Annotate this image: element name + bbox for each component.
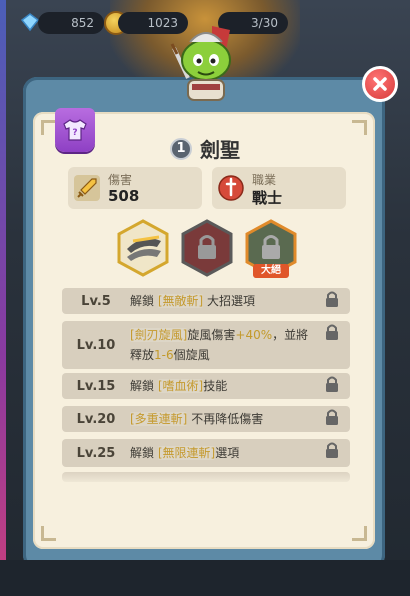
- level-description: [多重連斬] 不再降低傷害: [130, 409, 350, 429]
- class-label: 職業: [252, 173, 277, 187]
- desc-text: 大招選項: [207, 294, 256, 308]
- level-row: Lv.10 [劍刃旋風]旋風傷害+40%，並將 釋放1-6個旋風: [62, 321, 350, 369]
- level-row: Lv.5 解鎖 [無敵斬] 大招選項: [62, 288, 350, 314]
- desc-text: ，並將: [272, 328, 309, 342]
- hero-name: 劍聖: [200, 138, 240, 162]
- level-label: Lv.5: [81, 293, 111, 309]
- level-description: 解鎖 [無限連斬]選項: [130, 443, 350, 463]
- hero-mascot-icon: [170, 26, 231, 101]
- desc-text: 不再降低傷害: [191, 412, 264, 426]
- lock-icon: [326, 324, 338, 340]
- desc-text: 選項: [215, 446, 240, 460]
- desc-text: 個旋風: [173, 348, 210, 362]
- class-value: 戰士: [252, 189, 283, 207]
- desc-text: 釋放: [130, 348, 155, 362]
- corner-ornament: [352, 526, 367, 541]
- hero-title: 1 劍聖: [0, 134, 410, 163]
- level-description: 解鎖 [無敵斬] 大招選項: [130, 291, 350, 311]
- desc-highlight: +40%: [235, 328, 273, 342]
- desc-text: 旋風傷害: [187, 328, 236, 342]
- ultimate-badge: 大絕: [253, 264, 289, 278]
- lock-icon: [326, 409, 338, 425]
- close-icon: [373, 77, 387, 91]
- sword-icon: [74, 175, 100, 201]
- damage-stat: 傷害 508: [68, 167, 202, 209]
- gem-icon: [20, 13, 40, 32]
- level-row: Lv.25 解鎖 [無限連斬]選項: [62, 439, 350, 467]
- lock-icon: [326, 376, 338, 392]
- damage-value: 508: [108, 187, 140, 205]
- corner-ornament: [41, 526, 56, 541]
- energy-count: 3/30: [251, 16, 278, 30]
- class-stat: 職業 戰士: [212, 167, 346, 209]
- lock-icon: [326, 291, 338, 307]
- desc-highlight: [多重連斬]: [130, 412, 188, 426]
- desc-highlight: [無限連斬]: [157, 446, 216, 460]
- sword-skill-icon[interactable]: [117, 219, 169, 277]
- level-label: Lv.15: [76, 378, 116, 394]
- level-label: Lv.10: [76, 337, 116, 353]
- gem-count: 852: [71, 16, 94, 30]
- desc-highlight: [嗜血術]: [157, 379, 204, 393]
- warrior-class-icon: [218, 175, 244, 201]
- desc-highlight: [劍刃旋風]: [130, 328, 188, 342]
- bottom-bar: [0, 560, 410, 596]
- level-label: Lv.25: [76, 445, 116, 461]
- level-description: [劍刃旋風]旋風傷害+40%，並將 釋放1-6個旋風: [130, 325, 350, 365]
- desc-text: 解鎖: [130, 294, 155, 308]
- lock-icon: [326, 442, 338, 458]
- gem-counter[interactable]: 852: [38, 12, 104, 34]
- locked-skill-icon[interactable]: [181, 219, 233, 277]
- desc-text: 技能: [203, 379, 228, 393]
- desc-highlight: [無敵斬]: [157, 294, 204, 308]
- desc-text: 解鎖: [130, 446, 155, 460]
- list-fade: [62, 470, 350, 486]
- corner-ornament: [352, 120, 367, 135]
- level-row: Lv.15 解鎖 [嗜血術]技能: [62, 373, 350, 399]
- close-button[interactable]: [362, 66, 398, 102]
- level-label: Lv.20: [76, 411, 116, 427]
- corner-ornament: [41, 120, 56, 135]
- level-description: 解鎖 [嗜血術]技能: [130, 376, 350, 396]
- left-edge-decoration: [0, 0, 6, 596]
- level-row: Lv.20 [多重連斬] 不再降低傷害: [62, 406, 350, 432]
- desc-text: 解鎖: [130, 379, 155, 393]
- desc-highlight: 1-6: [154, 348, 174, 362]
- damage-label: 傷害: [108, 173, 133, 187]
- hero-level-badge: 1: [170, 137, 192, 160]
